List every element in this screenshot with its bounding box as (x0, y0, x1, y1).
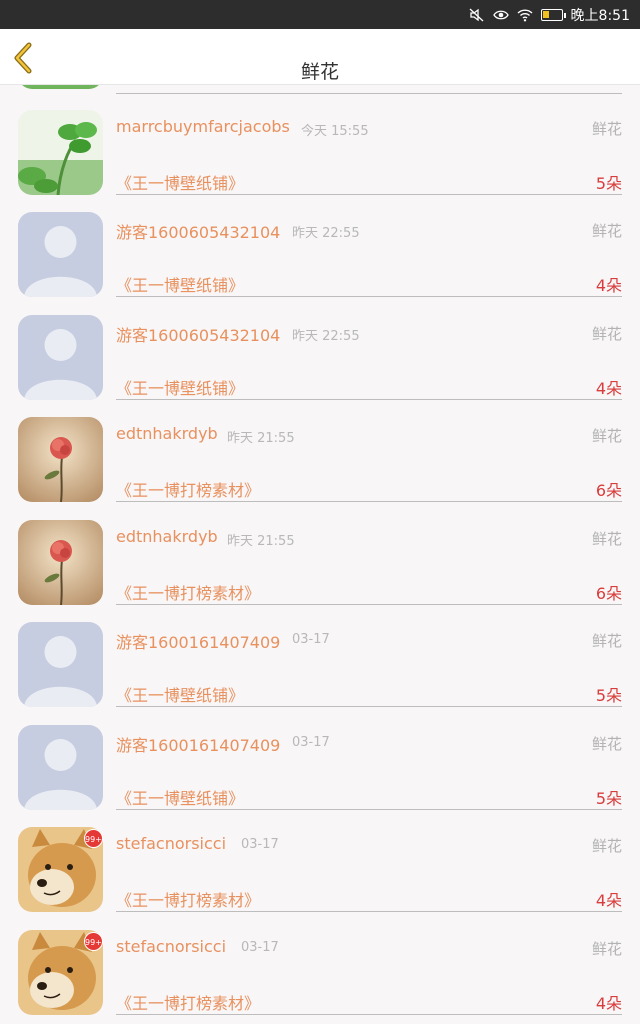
timestamp: 昨天 22:55 (292, 329, 360, 344)
wifi-icon (517, 8, 533, 21)
status-icons: 晚上8:51 (469, 0, 630, 29)
status-bar: 晚上8:51 (0, 0, 640, 29)
gift-category: 鲜花 (591, 325, 622, 343)
mute-icon (469, 8, 483, 21)
shop-link[interactable]: 《王一博壁纸铺》 (116, 272, 244, 296)
page-title: 鲜花 (300, 61, 339, 83)
status-time: 晚上8:51 (570, 7, 630, 24)
default-user-avatar[interactable] (18, 725, 103, 810)
flower-count: 4朵 (595, 891, 622, 910)
flower-record-list[interactable]: marrcbuymfarcjacobs 今天 15:55 鲜花 《王一博壁纸铺》… (0, 85, 640, 1024)
username: edtnhakrdyb (116, 527, 218, 546)
row-divider (116, 501, 622, 502)
clover-avatar (18, 85, 103, 89)
eye-icon (492, 10, 509, 19)
username: 游客1600605432104 (116, 326, 281, 345)
flower-count: 5朵 (595, 789, 622, 808)
username: stefacnorsicci (116, 834, 227, 853)
row-divider (116, 911, 622, 912)
rose-avatar[interactable] (18, 520, 103, 605)
row-divider (116, 809, 622, 810)
list-item[interactable]: edtnhakrdyb 昨天 21:55 鲜花 《王一博打榜素材》 6朵 (0, 417, 640, 519)
timestamp: 03-17 (292, 735, 330, 750)
shop-link[interactable]: 《王一博壁纸铺》 (116, 785, 244, 809)
list-item[interactable]: 游客1600605432104 昨天 22:55 鲜花 《王一博壁纸铺》 4朵 (0, 212, 640, 314)
default-user-avatar[interactable] (18, 315, 103, 400)
clover-avatar[interactable] (18, 110, 103, 195)
shop-link[interactable]: 《王一博打榜素材》 (116, 477, 260, 501)
shop-link[interactable]: 《王一博壁纸铺》 (116, 375, 244, 399)
shop-link[interactable]: 《王一博壁纸铺》 (116, 682, 244, 706)
row-divider (116, 194, 622, 195)
shop-link[interactable]: 《王一博壁纸铺》 (116, 170, 244, 194)
gift-category: 鲜花 (591, 427, 622, 445)
timestamp: 昨天 22:55 (292, 226, 360, 241)
gift-category: 鲜花 (591, 530, 622, 548)
partial-list-item (0, 85, 640, 95)
username: 游客1600605432104 (116, 223, 281, 242)
list-item[interactable]: 游客1600605432104 昨天 22:55 鲜花 《王一博壁纸铺》 4朵 (0, 315, 640, 417)
flower-count: 6朵 (595, 481, 622, 500)
battery-icon (540, 8, 566, 21)
username: stefacnorsicci (116, 937, 227, 956)
flower-count: 4朵 (595, 994, 622, 1013)
flower-count: 4朵 (595, 379, 622, 398)
row-divider (116, 296, 622, 297)
row-divider (116, 93, 622, 94)
username: marrcbuymfarcjacobs (116, 117, 290, 136)
row-divider (116, 1014, 622, 1015)
list-item[interactable]: 99+ stefacnorsicci 03-17 鲜花 《王一博打榜素材》 4朵 (0, 930, 640, 1024)
row-divider (116, 604, 622, 605)
gift-category: 鲜花 (591, 837, 622, 855)
username: edtnhakrdyb (116, 424, 218, 443)
flower-count: 5朵 (595, 686, 622, 705)
timestamp: 今天 15:55 (301, 124, 369, 139)
list-item[interactable]: 99+ stefacnorsicci 03-17 鲜花 《王一博打榜素材》 4朵 (0, 827, 640, 929)
shop-link[interactable]: 《王一博打榜素材》 (116, 887, 260, 911)
default-user-avatar[interactable] (18, 212, 103, 297)
username: 游客1600161407409 (116, 736, 281, 755)
gift-category: 鲜花 (591, 222, 622, 240)
default-user-avatar[interactable] (18, 622, 103, 707)
list-item[interactable]: 游客1600161407409 03-17 鲜花 《王一博壁纸铺》 5朵 (0, 725, 640, 827)
username: 游客1600161407409 (116, 633, 281, 652)
gift-category: 鲜花 (591, 735, 622, 753)
timestamp: 昨天 21:55 (227, 534, 295, 549)
shop-link[interactable]: 《王一博打榜素材》 (116, 990, 260, 1014)
gift-category: 鲜花 (591, 632, 622, 650)
flower-count: 6朵 (595, 584, 622, 603)
list-item[interactable]: edtnhakrdyb 昨天 21:55 鲜花 《王一博打榜素材》 6朵 (0, 520, 640, 622)
gift-category: 鲜花 (591, 120, 622, 138)
rose-avatar[interactable] (18, 417, 103, 502)
row-divider (116, 706, 622, 707)
timestamp: 昨天 21:55 (227, 431, 295, 446)
gift-category: 鲜花 (591, 940, 622, 958)
timestamp: 03-17 (292, 632, 330, 647)
list-item[interactable]: 游客1600161407409 03-17 鲜花 《王一博壁纸铺》 5朵 (0, 622, 640, 724)
timestamp: 03-17 (241, 940, 279, 955)
flower-count: 4朵 (595, 276, 622, 295)
nav-bar: 鲜花 (0, 29, 640, 85)
list-item[interactable]: marrcbuymfarcjacobs 今天 15:55 鲜花 《王一博壁纸铺》… (0, 110, 640, 212)
flower-count: 5朵 (595, 174, 622, 193)
row-divider (116, 399, 622, 400)
shop-link[interactable]: 《王一博打榜素材》 (116, 580, 260, 604)
notification-badge: 99+ (84, 829, 103, 848)
timestamp: 03-17 (241, 837, 279, 852)
notification-badge: 99+ (84, 932, 103, 951)
